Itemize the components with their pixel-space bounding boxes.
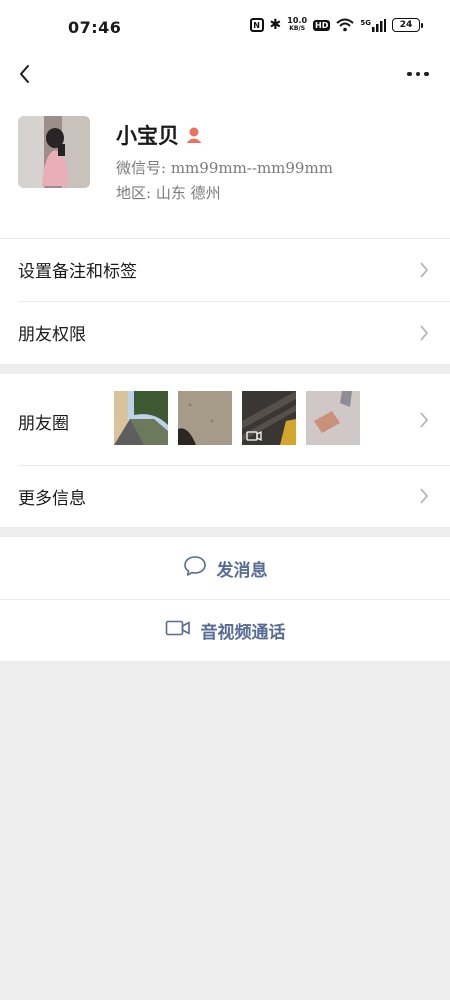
status-bar: 07:46 N ✱ 10.0 KB/S HD 5G 24 [0,0,450,58]
status-time: 07:46 [68,18,122,37]
section-gap [0,527,450,537]
avatar[interactable] [18,116,90,188]
battery-indicator: 24 [392,18,423,32]
network-speed: 10.0 KB/S [287,17,307,33]
chevron-left-icon[interactable] [14,60,42,88]
network-speed-value: 10.0 [287,16,308,25]
region: 地区: 山东 德州 [116,184,221,202]
moments-label: 朋友圈 [18,414,69,434]
status-icons: N ✱ 10.0 KB/S HD 5G 24 [249,17,423,33]
send-message-label: 发消息 [216,560,268,581]
moments-thumbnails [114,391,360,445]
moment-thumbnail[interactable] [114,391,168,445]
cellular-label: 5G [360,18,371,27]
section-gap [0,364,450,374]
friend-permissions-label: 朋友权限 [18,325,86,345]
name-row: 小宝贝 [116,120,203,150]
profile-header: 小宝贝 微信号: mm99mm--mm99mm 地区: 山东 德州 [0,100,450,238]
divider [0,238,450,239]
remark-tags-row[interactable]: 设置备注和标签 [0,238,450,301]
video-camera-icon [165,619,191,642]
hd-icon: HD [313,19,331,31]
divider [18,465,450,466]
female-gender-icon [185,126,203,144]
video-call-button[interactable]: 音视频通话 [0,599,450,661]
more-dots-icon[interactable] [404,66,432,82]
nav-bar [0,58,450,100]
chevron-right-icon [418,324,430,342]
video-call-label: 音视频通话 [200,622,286,643]
remark-tags-label: 设置备注和标签 [18,262,137,282]
nickname: 小宝贝 [116,123,179,148]
bluetooth-icon: ✱ [269,17,282,33]
chevron-right-icon [418,261,430,279]
nfc-icon: N [249,18,264,32]
divider [18,301,450,302]
moments-row[interactable]: 朋友圈 [0,374,450,465]
chevron-right-icon [418,411,430,429]
moment-thumbnail[interactable] [306,391,360,445]
moment-thumbnail[interactable] [178,391,232,445]
cellular-signal-icon: 5G [360,18,386,32]
wechat-id: 微信号: mm99mm--mm99mm [116,159,333,177]
friend-permissions-row[interactable]: 朋友权限 [0,301,450,364]
more-info-row[interactable]: 更多信息 [0,465,450,527]
more-info-label: 更多信息 [18,488,86,509]
network-speed-unit: KB/S [289,25,306,32]
divider [0,599,450,600]
send-message-button[interactable]: 发消息 [0,537,450,599]
chevron-right-icon [418,487,430,505]
chat-bubble-icon [183,555,207,582]
wifi-icon [336,18,355,32]
moment-video-thumbnail[interactable] [242,391,296,445]
